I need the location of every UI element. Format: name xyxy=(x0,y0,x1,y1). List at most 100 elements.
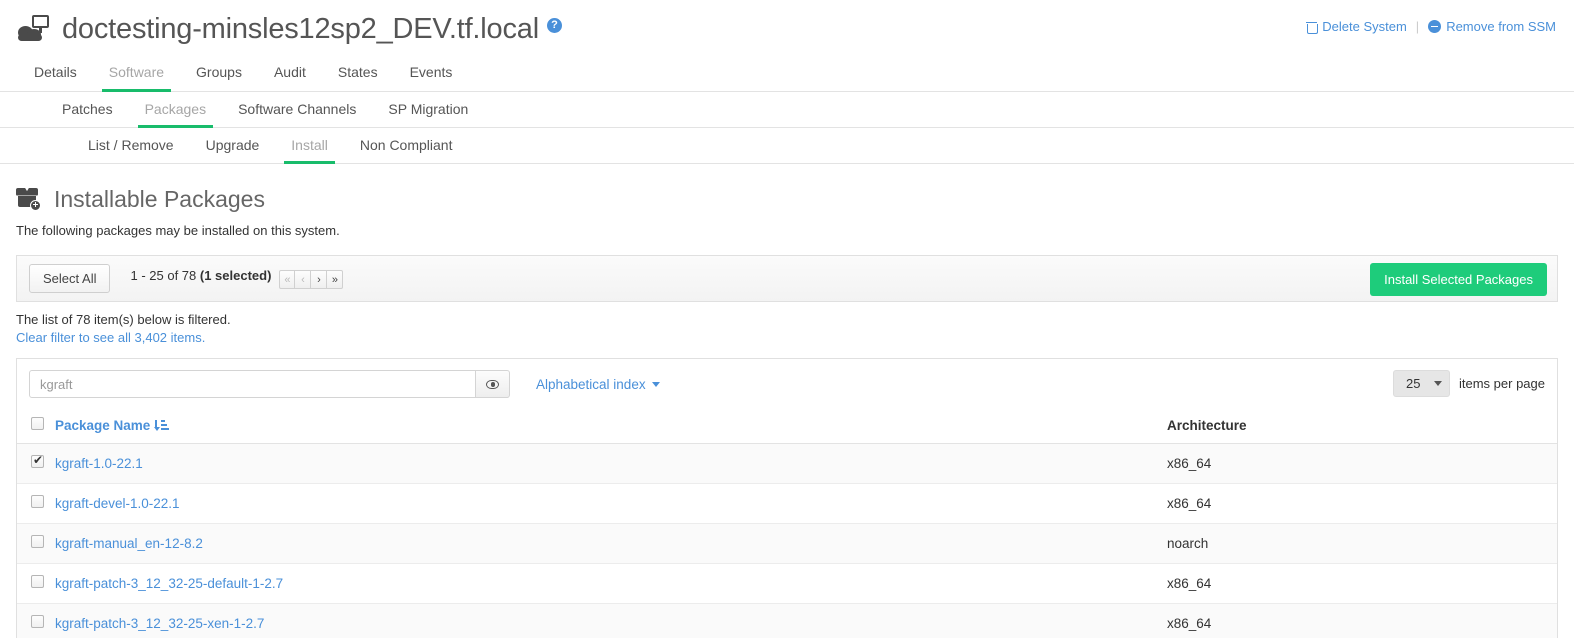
tab-upgrade-label[interactable]: Upgrade xyxy=(190,128,276,163)
package-name-sort-link[interactable]: Package Name xyxy=(55,418,150,433)
tab-details-label[interactable]: Details xyxy=(18,54,93,91)
package-link[interactable]: kgraft-patch-3_12_32-25-xen-1-2.7 xyxy=(55,616,264,631)
table-head: Package Name Architecture xyxy=(17,408,1557,444)
install-selected-packages-button[interactable]: Install Selected Packages xyxy=(1370,263,1547,296)
items-per-page-select[interactable]: 25 xyxy=(1393,370,1450,397)
tab-software-label[interactable]: Software xyxy=(93,54,180,91)
tab-software[interactable]: Software xyxy=(93,54,180,91)
delete-system-label: Delete System xyxy=(1322,19,1407,34)
row-checkbox-cell xyxy=(17,564,55,604)
section-title: Installable Packages xyxy=(54,186,265,213)
row-checkbox[interactable] xyxy=(31,455,44,468)
filter-notice: The list of 78 item(s) below is filtered… xyxy=(16,311,1558,347)
tab-events-label[interactable]: Events xyxy=(394,54,469,91)
tab-install[interactable]: Install xyxy=(275,128,344,163)
row-package-name-cell: kgraft-manual_en-12-8.2 xyxy=(55,524,1167,564)
table-header-row: Package Name Architecture xyxy=(17,408,1557,444)
package-link[interactable]: kgraft-patch-3_12_32-25-default-1-2.7 xyxy=(55,576,283,591)
tab-sp-migration[interactable]: SP Migration xyxy=(372,92,484,127)
header-actions: Delete System | Remove from SSM xyxy=(1306,19,1556,34)
tab-groups-label[interactable]: Groups xyxy=(180,54,258,91)
tab-sp-migration-label[interactable]: SP Migration xyxy=(372,92,484,127)
tab-install-label[interactable]: Install xyxy=(275,128,344,163)
delete-system-button[interactable]: Delete System xyxy=(1306,19,1407,34)
row-checkbox-cell xyxy=(17,604,55,638)
row-package-name-cell: kgraft-patch-3_12_32-25-default-1-2.7 xyxy=(55,564,1167,604)
main-content: Installable Packages The following packa… xyxy=(0,186,1574,638)
action-divider: | xyxy=(1416,19,1419,34)
row-checkbox[interactable] xyxy=(31,615,44,628)
row-architecture-cell: noarch xyxy=(1167,524,1557,564)
table-controls: Alphabetical index 25 items per page xyxy=(17,359,1557,408)
tab-list-remove[interactable]: List / Remove xyxy=(72,128,190,163)
clear-filter-link[interactable]: Clear filter to see all 3,402 items. xyxy=(16,329,1558,347)
pagination-first-button[interactable]: « xyxy=(279,270,295,289)
row-package-name-cell: kgraft-1.0-22.1 xyxy=(55,444,1167,484)
selection-toolbar: Select All 1 - 25 of 78 (1 selected) «‹›»… xyxy=(16,255,1558,302)
section-title-row: Installable Packages xyxy=(16,186,1558,213)
tertiary-tab-list: List / Remove Upgrade Install Non Compli… xyxy=(72,128,1574,163)
tab-groups[interactable]: Groups xyxy=(180,54,258,91)
tab-upgrade[interactable]: Upgrade xyxy=(190,128,276,163)
packages-table-panel: Alphabetical index 25 items per page P xyxy=(16,358,1558,638)
eye-icon xyxy=(486,380,499,389)
items-per-page-group: 25 items per page xyxy=(1393,370,1545,397)
tab-non-compliant[interactable]: Non Compliant xyxy=(344,128,469,163)
secondary-tab-list: Patches Packages Software Channels SP Mi… xyxy=(46,92,1574,127)
tab-non-compliant-label[interactable]: Non Compliant xyxy=(344,128,469,163)
table-row[interactable]: kgraft-patch-3_12_32-25-default-1-2.7 x8… xyxy=(17,564,1557,604)
row-checkbox[interactable] xyxy=(31,495,44,508)
tab-audit-label[interactable]: Audit xyxy=(258,54,322,91)
row-architecture-cell: x86_64 xyxy=(1167,484,1557,524)
page-title: doctesting-minsles12sp2_DEV.tf.local? xyxy=(62,12,562,46)
pagination-selected-count: (1 selected) xyxy=(200,268,272,283)
tab-audit[interactable]: Audit xyxy=(258,54,322,91)
pagination-next-button[interactable]: › xyxy=(311,270,327,289)
tab-patches-label[interactable]: Patches xyxy=(46,92,129,127)
tab-patches[interactable]: Patches xyxy=(46,92,129,127)
page-header: doctesting-minsles12sp2_DEV.tf.local? De… xyxy=(0,0,1574,54)
alphabetical-index-label: Alphabetical index xyxy=(536,377,646,392)
row-checkbox[interactable] xyxy=(31,535,44,548)
table-row[interactable]: kgraft-1.0-22.1 x86_64 xyxy=(17,444,1557,484)
tab-packages[interactable]: Packages xyxy=(129,92,222,127)
items-per-page-value: 25 xyxy=(1406,376,1420,391)
package-link[interactable]: kgraft-devel-1.0-22.1 xyxy=(55,496,180,511)
pagination-prev-button[interactable]: ‹ xyxy=(295,270,311,289)
row-checkbox-cell xyxy=(17,524,55,564)
help-icon[interactable]: ? xyxy=(547,18,562,33)
cloud-system-icon xyxy=(16,14,54,44)
remove-from-ssm-button[interactable]: Remove from SSM xyxy=(1428,19,1556,34)
tab-list-remove-label[interactable]: List / Remove xyxy=(72,128,190,163)
chevron-down-icon xyxy=(652,382,660,387)
table-row[interactable]: kgraft-devel-1.0-22.1 x86_64 xyxy=(17,484,1557,524)
tab-software-channels[interactable]: Software Channels xyxy=(222,92,372,127)
row-architecture-cell: x86_64 xyxy=(1167,444,1557,484)
table-row[interactable]: kgraft-manual_en-12-8.2 noarch xyxy=(17,524,1557,564)
search-group xyxy=(29,370,510,398)
row-checkbox[interactable] xyxy=(31,575,44,588)
tab-events[interactable]: Events xyxy=(394,54,469,91)
tab-details[interactable]: Details xyxy=(18,54,93,91)
select-all-checkbox[interactable] xyxy=(31,417,44,430)
select-all-button[interactable]: Select All xyxy=(29,264,110,293)
secondary-tabbar: Patches Packages Software Channels SP Mi… xyxy=(0,92,1574,128)
package-link[interactable]: kgraft-manual_en-12-8.2 xyxy=(55,536,203,551)
tertiary-tabbar: List / Remove Upgrade Install Non Compli… xyxy=(0,128,1574,164)
table-row[interactable]: kgraft-patch-3_12_32-25-xen-1-2.7 x86_64 xyxy=(17,604,1557,638)
package-link[interactable]: kgraft-1.0-22.1 xyxy=(55,456,143,471)
system-name: doctesting-minsles12sp2_DEV.tf.local xyxy=(62,13,539,45)
package-name-header-cell: Package Name xyxy=(55,408,1167,444)
search-button[interactable] xyxy=(476,370,510,398)
search-input[interactable] xyxy=(29,370,476,398)
sort-ascending-icon[interactable] xyxy=(155,420,168,432)
tab-states[interactable]: States xyxy=(322,54,394,91)
pagination-last-button[interactable]: » xyxy=(327,270,343,289)
tab-packages-label[interactable]: Packages xyxy=(129,92,222,127)
pagination-range: 1 - 25 of 78 xyxy=(130,268,199,283)
row-architecture-cell: x86_64 xyxy=(1167,604,1557,638)
tab-states-label[interactable]: States xyxy=(322,54,394,91)
tab-software-channels-label[interactable]: Software Channels xyxy=(222,92,372,127)
pagination-summary: 1 - 25 of 78 (1 selected) «‹›» xyxy=(130,268,343,289)
alphabetical-index-dropdown[interactable]: Alphabetical index xyxy=(536,377,660,392)
